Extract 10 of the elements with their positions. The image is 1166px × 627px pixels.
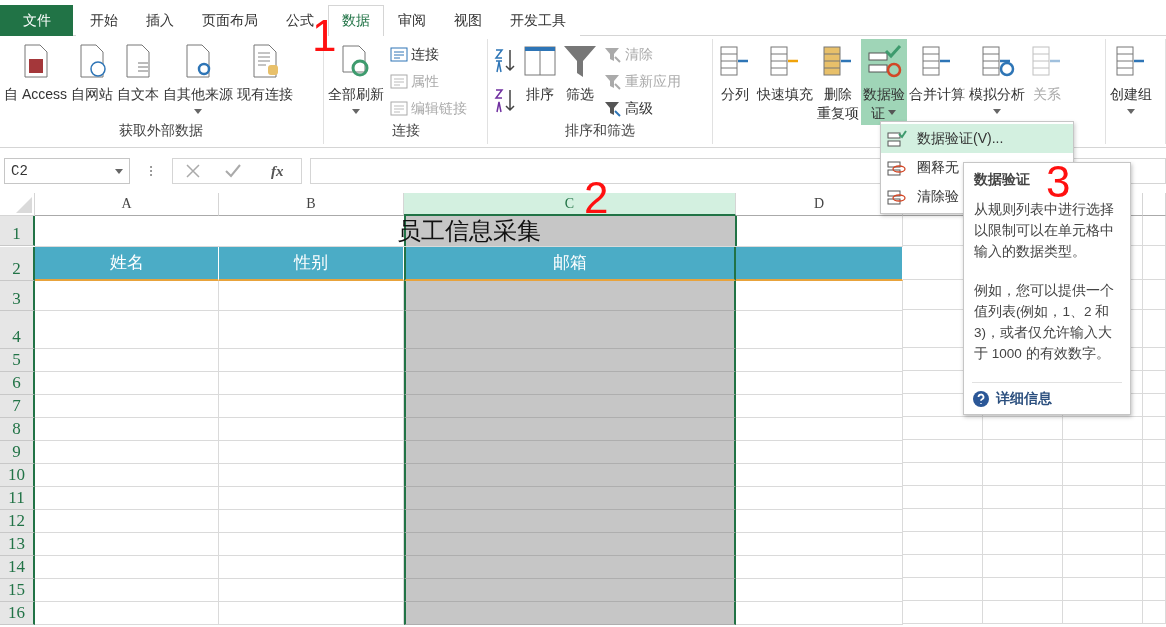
table-header-cell: 性别 bbox=[219, 247, 404, 281]
group-label: 连接 bbox=[391, 122, 420, 138]
table-header-cell: 姓名 bbox=[35, 247, 219, 281]
more-icon: ⁝ bbox=[138, 161, 164, 181]
tooltip-text: 从规则列表中进行选择以限制可以在单元格中输入的数据类型。 bbox=[974, 201, 1115, 261]
table-header-cell: 邮箱 bbox=[404, 247, 736, 281]
group-label: 排序和筛选 bbox=[564, 122, 635, 138]
tooltip-title: 数据验证 bbox=[974, 171, 1030, 187]
tooltip-text: 例如，您可以提供一个值列表(例如，1、2 和 3)，或者仅允许输入大于 1000 的有效数字。 bbox=[974, 282, 1115, 363]
group-label: 获取外部数据 bbox=[119, 122, 204, 138]
